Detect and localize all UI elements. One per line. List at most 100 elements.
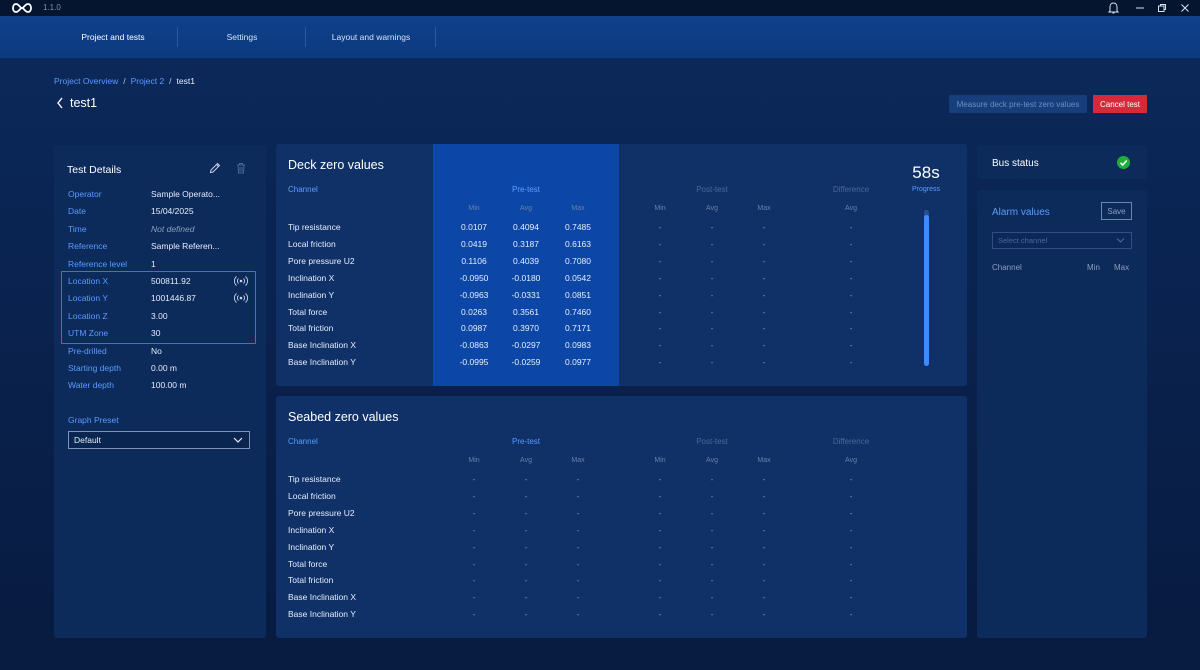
table-cell-avg: - bbox=[524, 490, 528, 501]
alarm-values-title: Alarm values bbox=[992, 207, 1050, 218]
table-row-channel: Tip resistance bbox=[288, 474, 341, 484]
detail-value: 15/04/2025 bbox=[151, 206, 194, 217]
edit-pencil-icon[interactable] bbox=[208, 161, 222, 175]
table-row-channel: Base Inclination X bbox=[288, 340, 357, 351]
table-cell-post-avg: - bbox=[710, 340, 714, 351]
table-cell-post-avg: - bbox=[710, 490, 714, 501]
table-cell-max: - bbox=[576, 609, 580, 620]
table-cell-post-max: - bbox=[762, 222, 766, 232]
save-alarm-button[interactable]: Save bbox=[1101, 202, 1132, 220]
col-header-channel: Channel bbox=[288, 437, 318, 446]
table-cell-diff: - bbox=[849, 558, 853, 569]
graph-preset-select[interactable]: Default bbox=[68, 431, 250, 449]
breadcrumb-current: test1 bbox=[176, 76, 195, 86]
col-subheader-max: Max bbox=[571, 457, 585, 464]
title-bar: 1.1.0 bbox=[0, 0, 1200, 16]
table-cell-max: 0.7080 bbox=[565, 255, 591, 266]
detail-value: 1 bbox=[151, 258, 156, 269]
table-row-channel: Inclination Y bbox=[288, 289, 335, 300]
table-cell-post-max: - bbox=[762, 306, 766, 317]
table-cell-post-min: - bbox=[658, 575, 662, 586]
table-cell-post-avg: - bbox=[710, 323, 714, 334]
table-cell-post-avg: - bbox=[710, 272, 714, 283]
col-subheader-avg: Avg bbox=[706, 457, 718, 464]
progress-bar bbox=[924, 210, 929, 366]
select-channel-dropdown[interactable]: Select channel bbox=[992, 232, 1132, 249]
table-cell-post-max: - bbox=[762, 323, 766, 334]
cancel-test-button[interactable]: Cancel test bbox=[1093, 95, 1147, 113]
table-row-channel: Total force bbox=[288, 306, 328, 317]
tab-project-and-tests[interactable]: Project and tests bbox=[48, 27, 178, 47]
table-cell-min: - bbox=[472, 524, 476, 535]
table-cell-post-max: - bbox=[762, 524, 766, 535]
col-group-difference: Difference bbox=[832, 185, 870, 194]
back-arrow-icon[interactable] bbox=[56, 96, 64, 110]
table-cell-min: - bbox=[472, 507, 476, 518]
delete-trash-icon[interactable] bbox=[234, 161, 248, 175]
col-subheader-max: Max bbox=[571, 205, 585, 212]
breadcrumb-project[interactable]: Project 2 bbox=[131, 76, 165, 86]
table-cell-avg: - bbox=[524, 524, 528, 535]
table-row-channel: Tip resistance bbox=[288, 222, 341, 232]
table-cell-min: - bbox=[472, 541, 476, 552]
table-cell-avg: -0.0180 bbox=[511, 272, 541, 283]
table-cell-post-max: - bbox=[762, 289, 766, 300]
table-cell-max: - bbox=[576, 592, 580, 603]
table-cell-min: - bbox=[472, 609, 476, 620]
measure-deck-zero-button[interactable]: Measure deck pre-test zero values bbox=[949, 95, 1087, 113]
table-row-channel: Inclination X bbox=[288, 272, 335, 283]
detail-row: Operator Sample Operato... bbox=[68, 189, 258, 203]
table-cell-post-min: - bbox=[658, 306, 662, 317]
table-cell-avg: - bbox=[524, 474, 528, 484]
table-cell-post-min: - bbox=[658, 340, 662, 351]
table-cell-min: 0.0107 bbox=[461, 222, 487, 232]
table-cell-post-avg: - bbox=[710, 289, 714, 300]
chevron-down-icon bbox=[233, 437, 243, 443]
table-cell-diff: - bbox=[849, 541, 853, 552]
table-cell-post-avg: - bbox=[710, 255, 714, 266]
table-cell-post-avg: - bbox=[710, 558, 714, 569]
table-row-channel: Pore pressure U2 bbox=[288, 507, 355, 518]
table-cell-avg: - bbox=[524, 507, 528, 518]
page-header: test1 bbox=[56, 96, 97, 110]
select-channel-placeholder: Select channel bbox=[998, 236, 1048, 245]
minimize-icon[interactable] bbox=[1133, 1, 1147, 15]
detail-label: Time bbox=[68, 223, 87, 234]
table-cell-diff: - bbox=[849, 609, 853, 620]
table-cell-max: 0.7171 bbox=[565, 323, 591, 334]
tab-settings[interactable]: Settings bbox=[178, 27, 306, 47]
chevron-down-icon bbox=[1116, 238, 1125, 243]
col-group-pretest: Pre-test bbox=[511, 185, 540, 194]
seabed-zero-values-panel: Seabed zero values Channel Pre-test Post-t… bbox=[276, 396, 967, 638]
table-cell-post-avg: - bbox=[710, 306, 714, 317]
table-cell-avg: -0.0331 bbox=[511, 289, 541, 300]
detail-row: Time Not defined bbox=[68, 224, 258, 238]
table-cell-diff: - bbox=[849, 524, 853, 535]
table-cell-post-max: - bbox=[762, 558, 766, 569]
table-cell-diff: - bbox=[849, 222, 853, 232]
breadcrumb-separator: / bbox=[169, 76, 172, 86]
table-row-channel: Base Inclination Y bbox=[288, 609, 356, 620]
detail-value: 0.00 m bbox=[151, 363, 177, 373]
detail-label: Operator bbox=[68, 189, 102, 199]
table-cell-avg: - bbox=[524, 575, 528, 586]
table-cell-avg: 0.3561 bbox=[513, 306, 539, 317]
restore-icon[interactable] bbox=[1155, 1, 1169, 15]
table-cell-post-min: - bbox=[658, 357, 662, 368]
table-cell-post-max: - bbox=[762, 272, 766, 283]
table-cell-max: - bbox=[576, 541, 580, 552]
location-highlight-box bbox=[61, 271, 256, 344]
graph-preset-value: Default bbox=[74, 435, 101, 445]
breadcrumb-separator: / bbox=[123, 76, 126, 86]
table-cell-post-avg: - bbox=[710, 575, 714, 586]
detail-label: Starting depth bbox=[68, 363, 121, 373]
notifications-bell-icon[interactable] bbox=[1106, 1, 1120, 15]
main-navigation: Project and tests Settings Layout and wa… bbox=[0, 16, 1200, 58]
breadcrumb-project-overview[interactable]: Project Overview bbox=[54, 76, 118, 86]
close-window-icon[interactable] bbox=[1178, 1, 1192, 15]
test-details-panel: Test Details Operator Sample Operato... Da… bbox=[54, 145, 266, 638]
table-row-channel: Inclination Y bbox=[288, 541, 335, 552]
table-cell-max: 0.7460 bbox=[565, 306, 591, 317]
col-subheader-avg: Avg bbox=[520, 205, 532, 212]
tab-layout-and-warnings[interactable]: Layout and warnings bbox=[306, 27, 436, 47]
